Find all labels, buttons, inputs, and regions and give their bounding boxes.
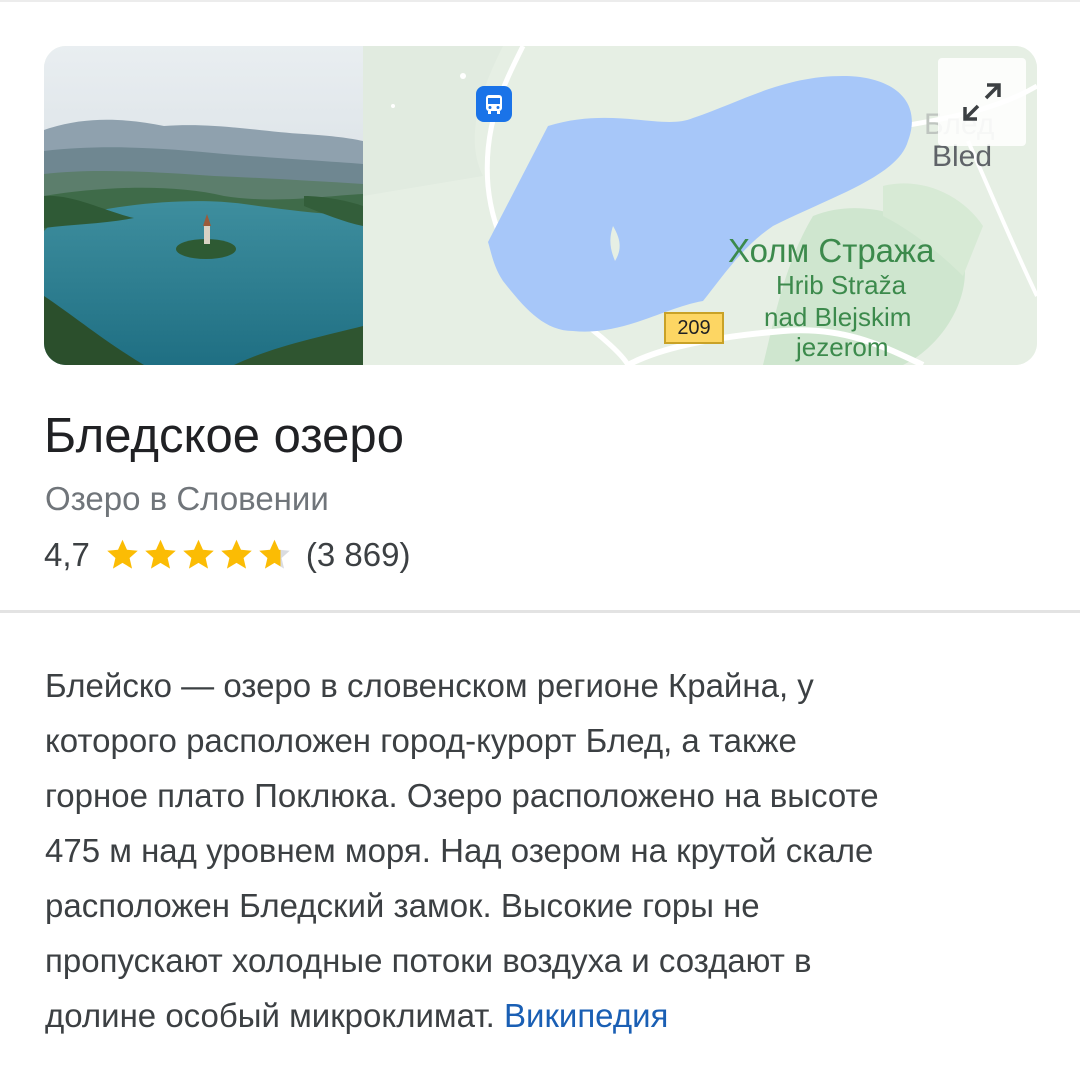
expand-map-button[interactable] (938, 58, 1026, 146)
description-line: расположен Бледский замок. Высокие горы … (45, 887, 760, 924)
description: Блейско — озеро в словенском регионе Кра… (45, 658, 1045, 1043)
rating-stars (104, 537, 294, 574)
star-icon (145, 539, 176, 569)
map-label-hill-sl-3: jezerom (796, 332, 889, 362)
description-line: которого расположен город-курорт Блед, а… (45, 722, 797, 759)
place-title: Бледское озеро (44, 409, 404, 463)
section-divider (0, 610, 1080, 613)
bus-stop-icon[interactable] (476, 86, 512, 122)
road-number-shield: 209 (664, 312, 724, 344)
star-icon (259, 539, 290, 569)
star-icon (107, 539, 138, 569)
media-header: Блед Bled Холм Стража Hrib Straža nad Bl… (44, 46, 1037, 365)
map-label-hill-sl-2: nad Blejskim (764, 302, 912, 332)
star-icon (221, 539, 252, 569)
star-icon (183, 539, 214, 569)
place-subtitle: Озеро в Словении (45, 480, 329, 517)
review-count-link[interactable]: (3 869) (306, 536, 411, 574)
map-label-hill-ru: Холм Стража (728, 232, 935, 269)
map-label-hill-sl-1: Hrib Straža (776, 270, 907, 300)
description-line: Блейско — озеро в словенском регионе Кра… (45, 667, 814, 704)
description-line: пропускают холодные потоки воздуха и соз… (45, 942, 812, 979)
wikipedia-link[interactable]: Википедия (504, 997, 668, 1034)
rating-value: 4,7 (44, 536, 90, 573)
lake-photo[interactable] (44, 46, 363, 365)
expand-icon (963, 83, 1001, 121)
description-line: 475 м над уровнем моря. Над озером на кр… (45, 832, 874, 869)
rating-row: 4,7 (3 869) (44, 532, 410, 578)
top-divider (0, 0, 1080, 2)
description-last-text: долине особый микроклимат. (45, 997, 495, 1034)
description-line: горное плато Поклюка. Озеро расположено … (45, 777, 879, 814)
description-last-line: долине особый микроклимат. Википедия (45, 988, 1045, 1043)
